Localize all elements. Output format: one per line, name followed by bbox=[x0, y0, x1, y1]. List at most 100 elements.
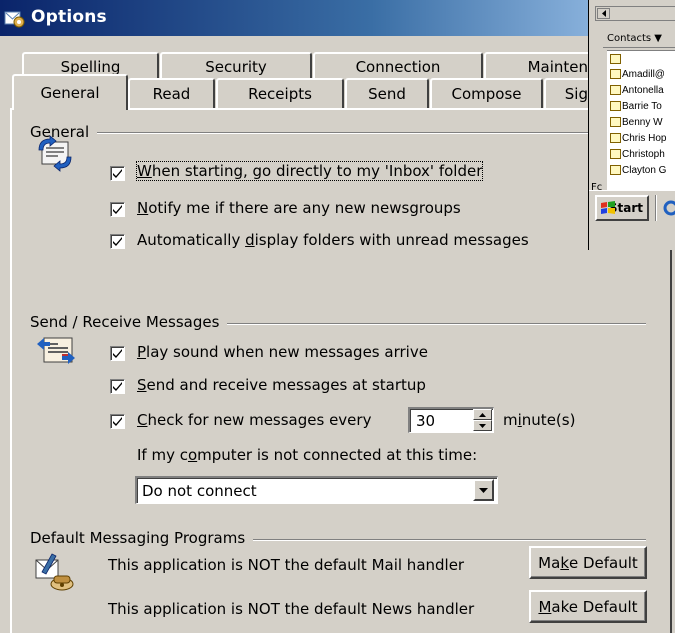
label-post: lay sound when new messages arrive bbox=[146, 343, 428, 361]
label-accesskey: C bbox=[137, 411, 148, 429]
check-icon bbox=[113, 382, 122, 391]
play-sound-checkbox[interactable] bbox=[110, 346, 125, 361]
label-post: mputer is not connected at this time: bbox=[197, 446, 478, 464]
contact-name: Antonella bbox=[622, 84, 664, 96]
list-item[interactable]: Benny W bbox=[610, 115, 663, 129]
label-accesskey: W bbox=[137, 162, 152, 180]
tab-connection[interactable]: Connection bbox=[313, 52, 483, 80]
label-post: end and receive messages at startup bbox=[146, 376, 426, 394]
display-unread-folders-checkbox[interactable] bbox=[110, 234, 125, 249]
label-accesskey: M bbox=[538, 597, 552, 616]
title-bar[interactable]: Options bbox=[0, 0, 675, 36]
default-programs-icon bbox=[32, 550, 76, 594]
news-handler-status: This application is NOT the default News… bbox=[108, 600, 475, 618]
contact-card-icon bbox=[610, 54, 621, 64]
label-pre: Automatically bbox=[137, 231, 246, 249]
sync-mail-icon bbox=[36, 135, 74, 173]
label-accesskey: k bbox=[560, 553, 569, 572]
background-scrollbar[interactable] bbox=[595, 6, 675, 21]
send-receive-icon bbox=[36, 334, 76, 370]
spin-down-icon bbox=[479, 423, 486, 428]
label-accesskey: N bbox=[137, 199, 149, 217]
connection-dropdown-button[interactable] bbox=[473, 479, 494, 501]
dialog-title: Options bbox=[31, 7, 107, 27]
label-accesskey: o bbox=[187, 446, 198, 464]
label-accesskey: d bbox=[245, 231, 255, 249]
label-pre: If my c bbox=[137, 446, 188, 464]
spin-up-icon bbox=[479, 412, 486, 417]
label-post: ake Default bbox=[551, 597, 638, 616]
contact-card-icon bbox=[610, 69, 621, 79]
taskbar: Start bbox=[589, 190, 675, 250]
check-icon bbox=[113, 349, 122, 358]
contact-card-icon bbox=[610, 101, 621, 111]
label-pre: m bbox=[503, 411, 518, 429]
options-dialog: Options Spelling Security Connection Mai… bbox=[0, 0, 675, 633]
list-item[interactable] bbox=[610, 52, 622, 66]
tab-maintenance[interactable]: Mainten bbox=[484, 52, 594, 80]
tab-label: Connection bbox=[355, 58, 441, 76]
tab-signatures[interactable]: Sig bbox=[544, 78, 594, 108]
check-messages-label[interactable]: Check for new messages every bbox=[137, 411, 371, 429]
tab-label: General bbox=[40, 84, 100, 102]
list-item[interactable]: Barrie To bbox=[610, 99, 662, 113]
start-button[interactable]: Start bbox=[595, 195, 649, 221]
connection-dropdown[interactable]: Do not connect bbox=[135, 476, 498, 504]
send-receive-startup-checkbox[interactable] bbox=[110, 379, 125, 394]
list-item[interactable]: Antonella bbox=[610, 83, 664, 97]
check-icon bbox=[113, 417, 122, 426]
background-outlook-window[interactable]: Contacts ▼ Amadill@ Antonella Barrie To … bbox=[588, 0, 675, 250]
not-connected-label: If my computer is not connected at this … bbox=[137, 446, 477, 464]
label-post: isplay folders with unread messages bbox=[254, 231, 529, 249]
list-item[interactable]: Christoph bbox=[610, 147, 665, 161]
windows-logo-icon bbox=[600, 201, 616, 215]
tab-label: Send bbox=[368, 85, 406, 103]
start-inbox-label[interactable]: When starting, go directly to my 'Inbox'… bbox=[135, 161, 484, 181]
minutes-label: minute(s) bbox=[503, 411, 575, 429]
contact-name: Amadill@ bbox=[622, 68, 665, 80]
label-post: nute(s) bbox=[521, 411, 576, 429]
start-inbox-checkbox[interactable] bbox=[110, 166, 125, 181]
contact-card-icon bbox=[610, 133, 621, 143]
check-icon bbox=[113, 237, 122, 246]
display-unread-folders-label[interactable]: Automatically display folders with unrea… bbox=[137, 231, 529, 249]
quicklaunch-ie-icon[interactable] bbox=[662, 199, 675, 217]
label-post: e Default bbox=[569, 553, 638, 572]
contact-name: Clayton G bbox=[622, 164, 667, 176]
notify-newsgroups-label[interactable]: Notify me if there are any new newsgroup… bbox=[137, 199, 461, 217]
list-item[interactable]: Chris Hop bbox=[610, 131, 666, 145]
send-receive-startup-label[interactable]: Send and receive messages at startup bbox=[137, 376, 426, 394]
send-receive-group-label: Send / Receive Messages bbox=[30, 313, 228, 331]
tab-receipts[interactable]: Receipts bbox=[216, 78, 344, 108]
tab-label: Mainten bbox=[527, 58, 588, 76]
group-divider bbox=[30, 132, 646, 134]
scroll-left-icon bbox=[597, 8, 610, 19]
play-sound-label[interactable]: Play sound when new messages arrive bbox=[137, 343, 428, 361]
tab-general[interactable]: General bbox=[12, 74, 128, 110]
contacts-header[interactable]: Contacts ▼ bbox=[603, 30, 675, 48]
label-accesskey: P bbox=[137, 343, 147, 361]
spin-up-button[interactable] bbox=[473, 409, 492, 420]
default-programs-group-label: Default Messaging Programs bbox=[30, 529, 254, 547]
list-item[interactable]: Amadill@ bbox=[610, 67, 665, 81]
label-post: heck for new messages every bbox=[147, 411, 372, 429]
make-default-mail-button[interactable]: Ma k e Default bbox=[529, 546, 647, 579]
mail-handler-status: This application is NOT the default Mail… bbox=[108, 556, 465, 574]
tab-label: Compose bbox=[451, 85, 522, 103]
tab-compose[interactable]: Compose bbox=[430, 78, 543, 108]
tab-read[interactable]: Read bbox=[128, 78, 215, 108]
contact-name: Barrie To bbox=[622, 100, 662, 112]
check-interval-value: 30 bbox=[416, 411, 436, 430]
check-messages-checkbox[interactable] bbox=[110, 414, 125, 429]
taskbar-separator bbox=[655, 195, 657, 221]
label-accesskey: S bbox=[137, 376, 147, 394]
tab-label: Sig bbox=[564, 85, 588, 103]
notify-newsgroups-checkbox[interactable] bbox=[110, 202, 125, 217]
list-item[interactable]: Clayton G bbox=[610, 163, 666, 177]
tab-security[interactable]: Security bbox=[160, 52, 312, 80]
label-post: otify me if there are any new newsgroups bbox=[148, 199, 461, 217]
make-default-news-button[interactable]: Make Default bbox=[529, 590, 647, 623]
tab-label: Read bbox=[152, 85, 191, 103]
spin-down-button[interactable] bbox=[473, 420, 492, 431]
tab-send[interactable]: Send bbox=[345, 78, 429, 108]
